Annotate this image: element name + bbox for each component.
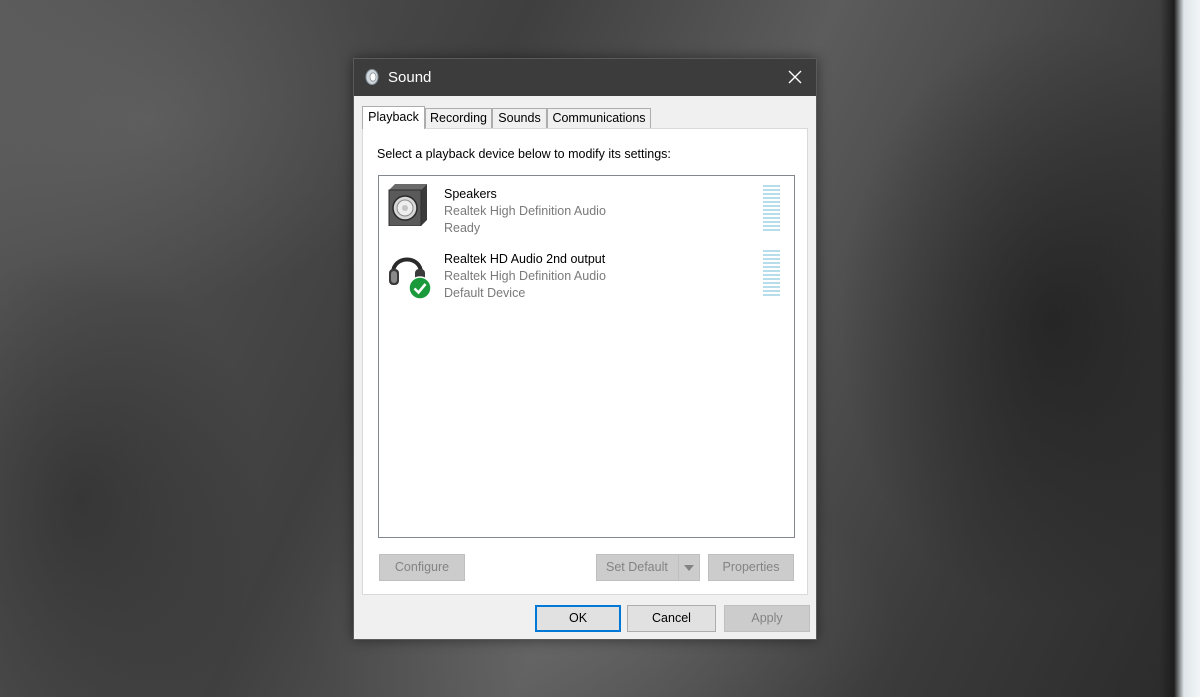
set-default-button[interactable]: Set Default [596, 554, 700, 581]
set-default-dropdown[interactable] [678, 555, 699, 580]
instructions-text: Select a playback device below to modify… [377, 147, 671, 161]
title-bar[interactable]: Sound [354, 59, 816, 96]
chevron-down-icon [684, 565, 694, 571]
tab-sounds[interactable]: Sounds [492, 108, 547, 128]
configure-button[interactable]: Configure [379, 554, 465, 581]
apply-button[interactable]: Apply [724, 605, 810, 632]
device-name: Realtek HD Audio 2nd output [444, 252, 606, 266]
sound-dialog: Sound Playback Recording Sounds Communic… [353, 58, 817, 640]
tab-communications[interactable]: Communications [547, 108, 651, 128]
speaker-icon [387, 180, 429, 227]
device-driver: Realtek High Definition Audio [444, 204, 606, 218]
device-item-realtek-2nd-output[interactable]: Realtek HD Audio 2nd output Realtek High… [379, 241, 794, 301]
device-item-speakers[interactable]: Speakers Realtek High Definition Audio R… [379, 176, 794, 236]
device-status: Default Device [444, 286, 526, 300]
device-list[interactable]: Speakers Realtek High Definition Audio R… [378, 175, 795, 538]
window-title: Sound [388, 69, 432, 86]
close-icon [788, 70, 802, 84]
level-meter [763, 250, 781, 300]
wallpaper-shoreline [1160, 0, 1200, 697]
device-name: Speakers [444, 187, 497, 201]
set-default-label: Set Default [606, 560, 668, 574]
cancel-button[interactable]: Cancel [627, 605, 716, 632]
properties-button[interactable]: Properties [708, 554, 794, 581]
tab-recording[interactable]: Recording [425, 108, 492, 128]
device-driver: Realtek High Definition Audio [444, 269, 606, 283]
close-button[interactable] [774, 59, 816, 96]
playback-panel: Select a playback device below to modify… [362, 128, 808, 595]
sound-app-icon [364, 68, 382, 86]
device-status: Ready [444, 221, 481, 235]
tab-playback[interactable]: Playback [362, 106, 425, 129]
level-meter [763, 185, 781, 235]
ok-button[interactable]: OK [535, 605, 621, 632]
default-check-icon [408, 276, 432, 300]
